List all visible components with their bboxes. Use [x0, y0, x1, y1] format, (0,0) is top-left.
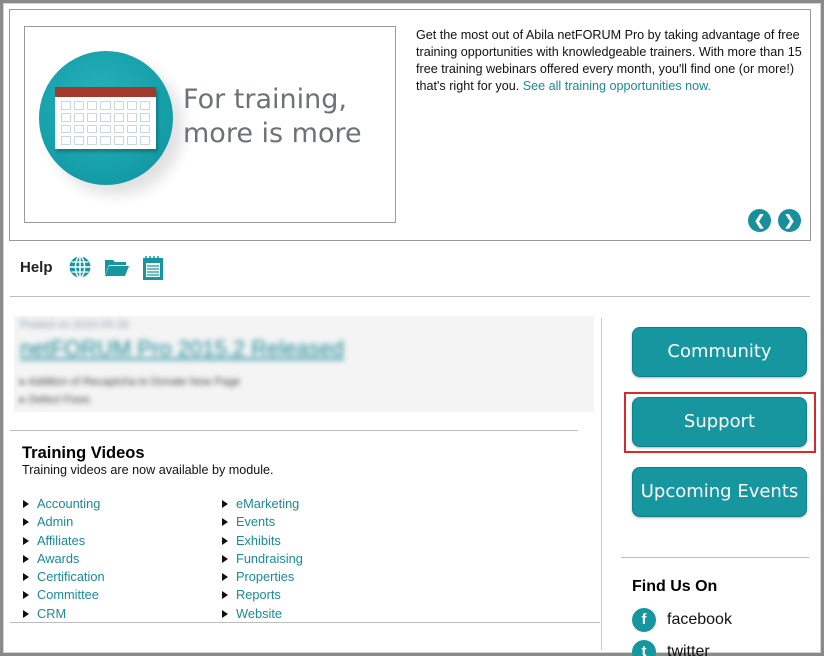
- promo-image[interactable]: For training, more is more: [24, 26, 396, 223]
- module-link-fundraising[interactable]: Fundraising: [236, 551, 303, 566]
- news-bullet: ▸ Defect Fixes: [20, 394, 90, 406]
- see-all-training-link[interactable]: See all training opportunities now.: [523, 79, 711, 93]
- news-title-link[interactable]: netFORUM Pro 2015.2 Released: [20, 336, 344, 362]
- triangle-bullet-icon: [23, 518, 29, 527]
- module-link-events[interactable]: Events: [236, 514, 275, 529]
- triangle-bullet-icon: [23, 591, 29, 600]
- community-button[interactable]: Community: [632, 327, 807, 377]
- news-date: Posted on 2015-05-26: [20, 319, 129, 331]
- module-link-crm[interactable]: CRM: [37, 606, 66, 621]
- triangle-bullet-icon: [23, 573, 29, 582]
- triangle-bullet-icon: [222, 554, 228, 563]
- module-list-right: eMarketing Events Exhibits Fundraising P…: [222, 495, 303, 623]
- module-link-awards[interactable]: Awards: [37, 551, 79, 566]
- list-item: Reports: [222, 586, 303, 604]
- help-label: Help: [20, 259, 53, 276]
- divider: [10, 430, 578, 431]
- module-link-emarketing[interactable]: eMarketing: [236, 496, 299, 511]
- find-us-on-title: Find Us On: [632, 578, 718, 595]
- triangle-bullet-icon: [23, 500, 29, 508]
- training-videos-title: Training Videos: [22, 444, 145, 462]
- list-item: Properties: [222, 568, 303, 586]
- module-link-properties[interactable]: Properties: [236, 569, 294, 584]
- promo-line-2: more is more: [183, 118, 362, 149]
- list-item: Awards: [23, 550, 105, 568]
- banner-blurb: Get the most out of Abila netFORUM Pro b…: [416, 27, 804, 95]
- module-link-exhibits[interactable]: Exhibits: [236, 533, 281, 548]
- module-link-reports[interactable]: Reports: [236, 587, 281, 602]
- list-item: CRM: [23, 605, 105, 623]
- list-item: Committee: [23, 586, 105, 604]
- triangle-bullet-icon: [23, 554, 29, 563]
- module-link-certification[interactable]: Certification: [37, 569, 105, 584]
- calendar-icon: [55, 87, 156, 149]
- facebook-label: facebook: [667, 611, 732, 628]
- news-panel: Posted on 2015-05-26 netFORUM Pro 2015.2…: [14, 316, 594, 412]
- list-item: Accounting: [23, 495, 105, 513]
- triangle-bullet-icon: [222, 609, 228, 618]
- triangle-bullet-icon: [222, 500, 228, 508]
- calendar-circle-icon: [39, 51, 173, 185]
- news-bullet: ▸ Addition of Recaptcha to Donate Now Pa…: [20, 376, 241, 388]
- promo-line-1: For training,: [183, 84, 347, 115]
- arrow-right-icon[interactable]: ❯: [778, 209, 801, 232]
- triangle-bullet-icon: [222, 536, 228, 545]
- triangle-bullet-icon: [23, 609, 29, 618]
- support-button[interactable]: Support: [632, 397, 807, 447]
- triangle-bullet-icon: [222, 518, 228, 527]
- module-link-accounting[interactable]: Accounting: [37, 496, 100, 511]
- module-link-website[interactable]: Website: [236, 606, 282, 621]
- twitter-label: twitter: [667, 643, 710, 656]
- promo-headline: For training, more is more: [183, 83, 362, 151]
- list-item: Fundraising: [222, 550, 303, 568]
- module-link-affiliates[interactable]: Affiliates: [37, 533, 85, 548]
- column-divider: [601, 318, 602, 650]
- triangle-bullet-icon: [222, 573, 228, 582]
- list-item: eMarketing: [222, 495, 303, 513]
- triangle-bullet-icon: [23, 536, 29, 545]
- notepad-icon[interactable]: [142, 255, 164, 281]
- facebook-icon: f: [632, 608, 656, 632]
- divider: [10, 296, 810, 297]
- arrow-left-icon[interactable]: ❮: [748, 209, 771, 232]
- upcoming-events-button[interactable]: Upcoming Events: [632, 467, 807, 517]
- module-list-left: Accounting Admin Affiliates Awards Certi…: [23, 495, 105, 623]
- list-item: Website: [222, 605, 303, 623]
- module-link-committee[interactable]: Committee: [37, 587, 99, 602]
- globe-icon[interactable]: [68, 255, 92, 279]
- training-banner: For training, more is more Get the most …: [9, 9, 811, 241]
- list-item: Exhibits: [222, 532, 303, 550]
- list-item: Events: [222, 513, 303, 531]
- training-videos-subtitle: Training videos are now available by mod…: [22, 463, 274, 477]
- folder-icon[interactable]: [104, 255, 130, 279]
- divider: [10, 622, 600, 623]
- list-item: Affiliates: [23, 532, 105, 550]
- divider: [621, 557, 809, 558]
- list-item: Admin: [23, 513, 105, 531]
- module-link-admin[interactable]: Admin: [37, 514, 73, 529]
- twitter-icon: t: [632, 640, 656, 656]
- triangle-bullet-icon: [222, 591, 228, 600]
- list-item: Certification: [23, 568, 105, 586]
